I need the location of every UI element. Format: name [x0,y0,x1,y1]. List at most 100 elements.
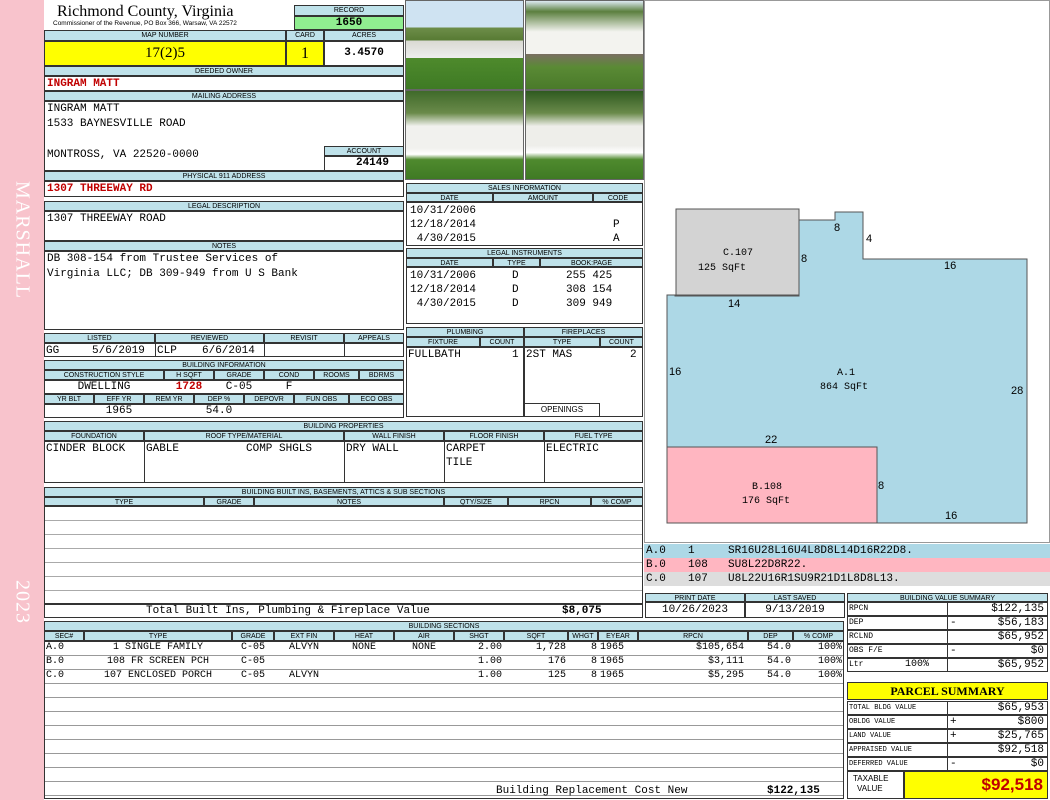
commissioner-address: Commissioner of the Revenue, PO Box 366,… [53,20,237,27]
eco-obs-header: ECO OBS [349,394,404,404]
map-number-header: MAP NUMBER [44,30,286,41]
last-saved-date: 9/13/2019 [745,602,845,618]
sketch-dim: 16 [945,510,957,522]
building-properties-header: BUILDING PROPERTIES [44,421,643,431]
cond-header: COND [264,370,314,380]
heated-sqft: 1728 [175,381,203,393]
parcel-value: $25,765 [997,730,1044,742]
whgt-col-header: WHGT [568,631,598,641]
section-air: NONE [411,642,436,653]
parcel-label: TOTAL BLDG VALUE [849,704,917,712]
section-comp: 100% [817,642,842,653]
foundation-header: FOUNDATION [44,431,144,441]
property-photo-4 [525,90,644,180]
fireplace-count-header: COUNT [600,337,643,347]
type-col-header: TYPE [84,631,232,641]
floor-finish-1: CARPET [446,443,486,455]
last-saved-header: LAST SAVED [745,593,845,602]
sketch-dim: 22 [765,434,777,446]
fixture-count-header: COUNT [480,337,524,347]
mailing-address-header: MAILING ADDRESS [44,91,404,101]
depreciation: 54.0 [205,405,233,417]
listed-header: LISTED [44,333,155,343]
sketch-dim: 8 [878,480,884,492]
instrument-date-3: 4/30/2015 [410,298,477,310]
rooms-header: ROOMS [314,370,359,380]
yr-blt-header: YR BLT [44,394,94,404]
section-sec: B.0 [46,656,65,667]
sketch-dim: 14 [728,298,740,310]
wall-finish: DRY WALL [346,443,399,455]
tax-year: 2023 [11,580,34,624]
reviewed-header: REVIEWED [155,333,264,343]
section-shgt: 1.00 [477,656,502,667]
building-sketch: C.107 125 SqFt A.1 864 SqFt B.108 176 Sq… [666,208,1028,524]
builtins-qty-header: QTY/SIZE [444,497,508,506]
account-header: ACCOUNT [324,146,404,156]
legend-sec-a: A.0 [646,545,666,557]
grade-header: GRADE [214,370,264,380]
instrument-book-3: 309 949 [566,298,613,310]
depovr-header: DEPOVR [244,394,294,404]
legend-code-c: 107 [688,573,708,585]
deeded-owner-header: DEEDED OWNER [44,66,404,76]
bvs-header: BUILDING VALUE SUMMARY [847,593,1048,602]
sketch-panel: C.107 125 SqFt A.1 864 SqFt B.108 176 Sq… [644,0,1050,543]
construction-style-header: CONSTRUCTION STYLE [44,370,164,380]
listed-date: 5/6/2019 [92,345,145,357]
card-number: 1 [286,41,324,66]
builtins-total-label: Total Built Ins, Plumbing & Fireplace Va… [146,605,430,617]
fireplace-type-header: TYPE [524,337,600,347]
property-photo-2 [525,0,644,90]
section-type: 108 FR SCREEN PCH [106,656,210,667]
property-photo-1 [405,0,524,90]
section-sqft: 125 [547,670,566,681]
builtins-comp-header: % COMP [591,497,643,506]
sqft-col-header: SQFT [504,631,568,641]
sketch-a-name: A.1 [837,368,855,379]
parcel-value: $65,953 [997,702,1044,714]
section-sqft: 176 [547,656,566,667]
bvs-label: DEP [849,618,864,627]
sketch-dim: 16 [944,260,956,272]
county-title: Richmond County, Virginia [57,3,234,20]
sketch-dim: 8 [801,253,807,265]
builtins-table [44,506,643,604]
legend-path-a: SR16U28L16U4L8D8L14D16R22D8. [728,545,913,557]
section-dep: 54.0 [766,642,791,653]
listed-by: GG [46,345,60,357]
parcel-label: LAND VALUE [849,732,892,740]
instrument-type-2: D [512,284,519,296]
section-rpcn: $3,111 [707,656,744,667]
section-heat: NONE [351,642,376,653]
shgt-col-header: SHGT [454,631,504,641]
parcel-value: $800 [1017,716,1044,728]
legend-path-b: SU8L22D8R22. [728,559,808,571]
sketch-a-sqft: 864 SqFt [820,382,868,393]
extfin-col-header: EXT FIN [274,631,334,641]
bvs-value: $65,952 [997,631,1044,643]
deeded-owner: INGRAM MATT [47,78,120,90]
air-col-header: AIR [394,631,454,641]
eff-yr-header: EFF YR [94,394,144,404]
section-eyear: 1965 [600,656,625,667]
building-grade: C-05 [225,381,253,393]
reviewed-by: CLP [157,345,177,357]
record-number: 1650 [294,16,404,30]
sketch-dim: 28 [1011,385,1023,397]
hsqft-header: H SQFT [164,370,214,380]
bvs-value: $0 [1030,645,1044,657]
section-grade: C-05 [240,670,265,681]
sales-code-3: A [613,233,620,245]
sales-amount-header: AMOUNT [493,193,593,202]
print-date: 10/26/2023 [645,602,745,618]
bdrms-header: BDRMS [359,370,404,380]
roof-type: GABLE [146,443,180,455]
bvs-value: $65,952 [997,659,1044,671]
construction-style: DWELLING [77,381,131,393]
record-header: RECORD [294,5,404,16]
section-rpcn: $105,654 [695,642,744,653]
mailing-line-2: 1533 BAYNESVILLE ROAD [47,118,186,130]
notes-header: NOTES [44,241,404,251]
instrument-book-2: 308 154 [566,284,613,296]
